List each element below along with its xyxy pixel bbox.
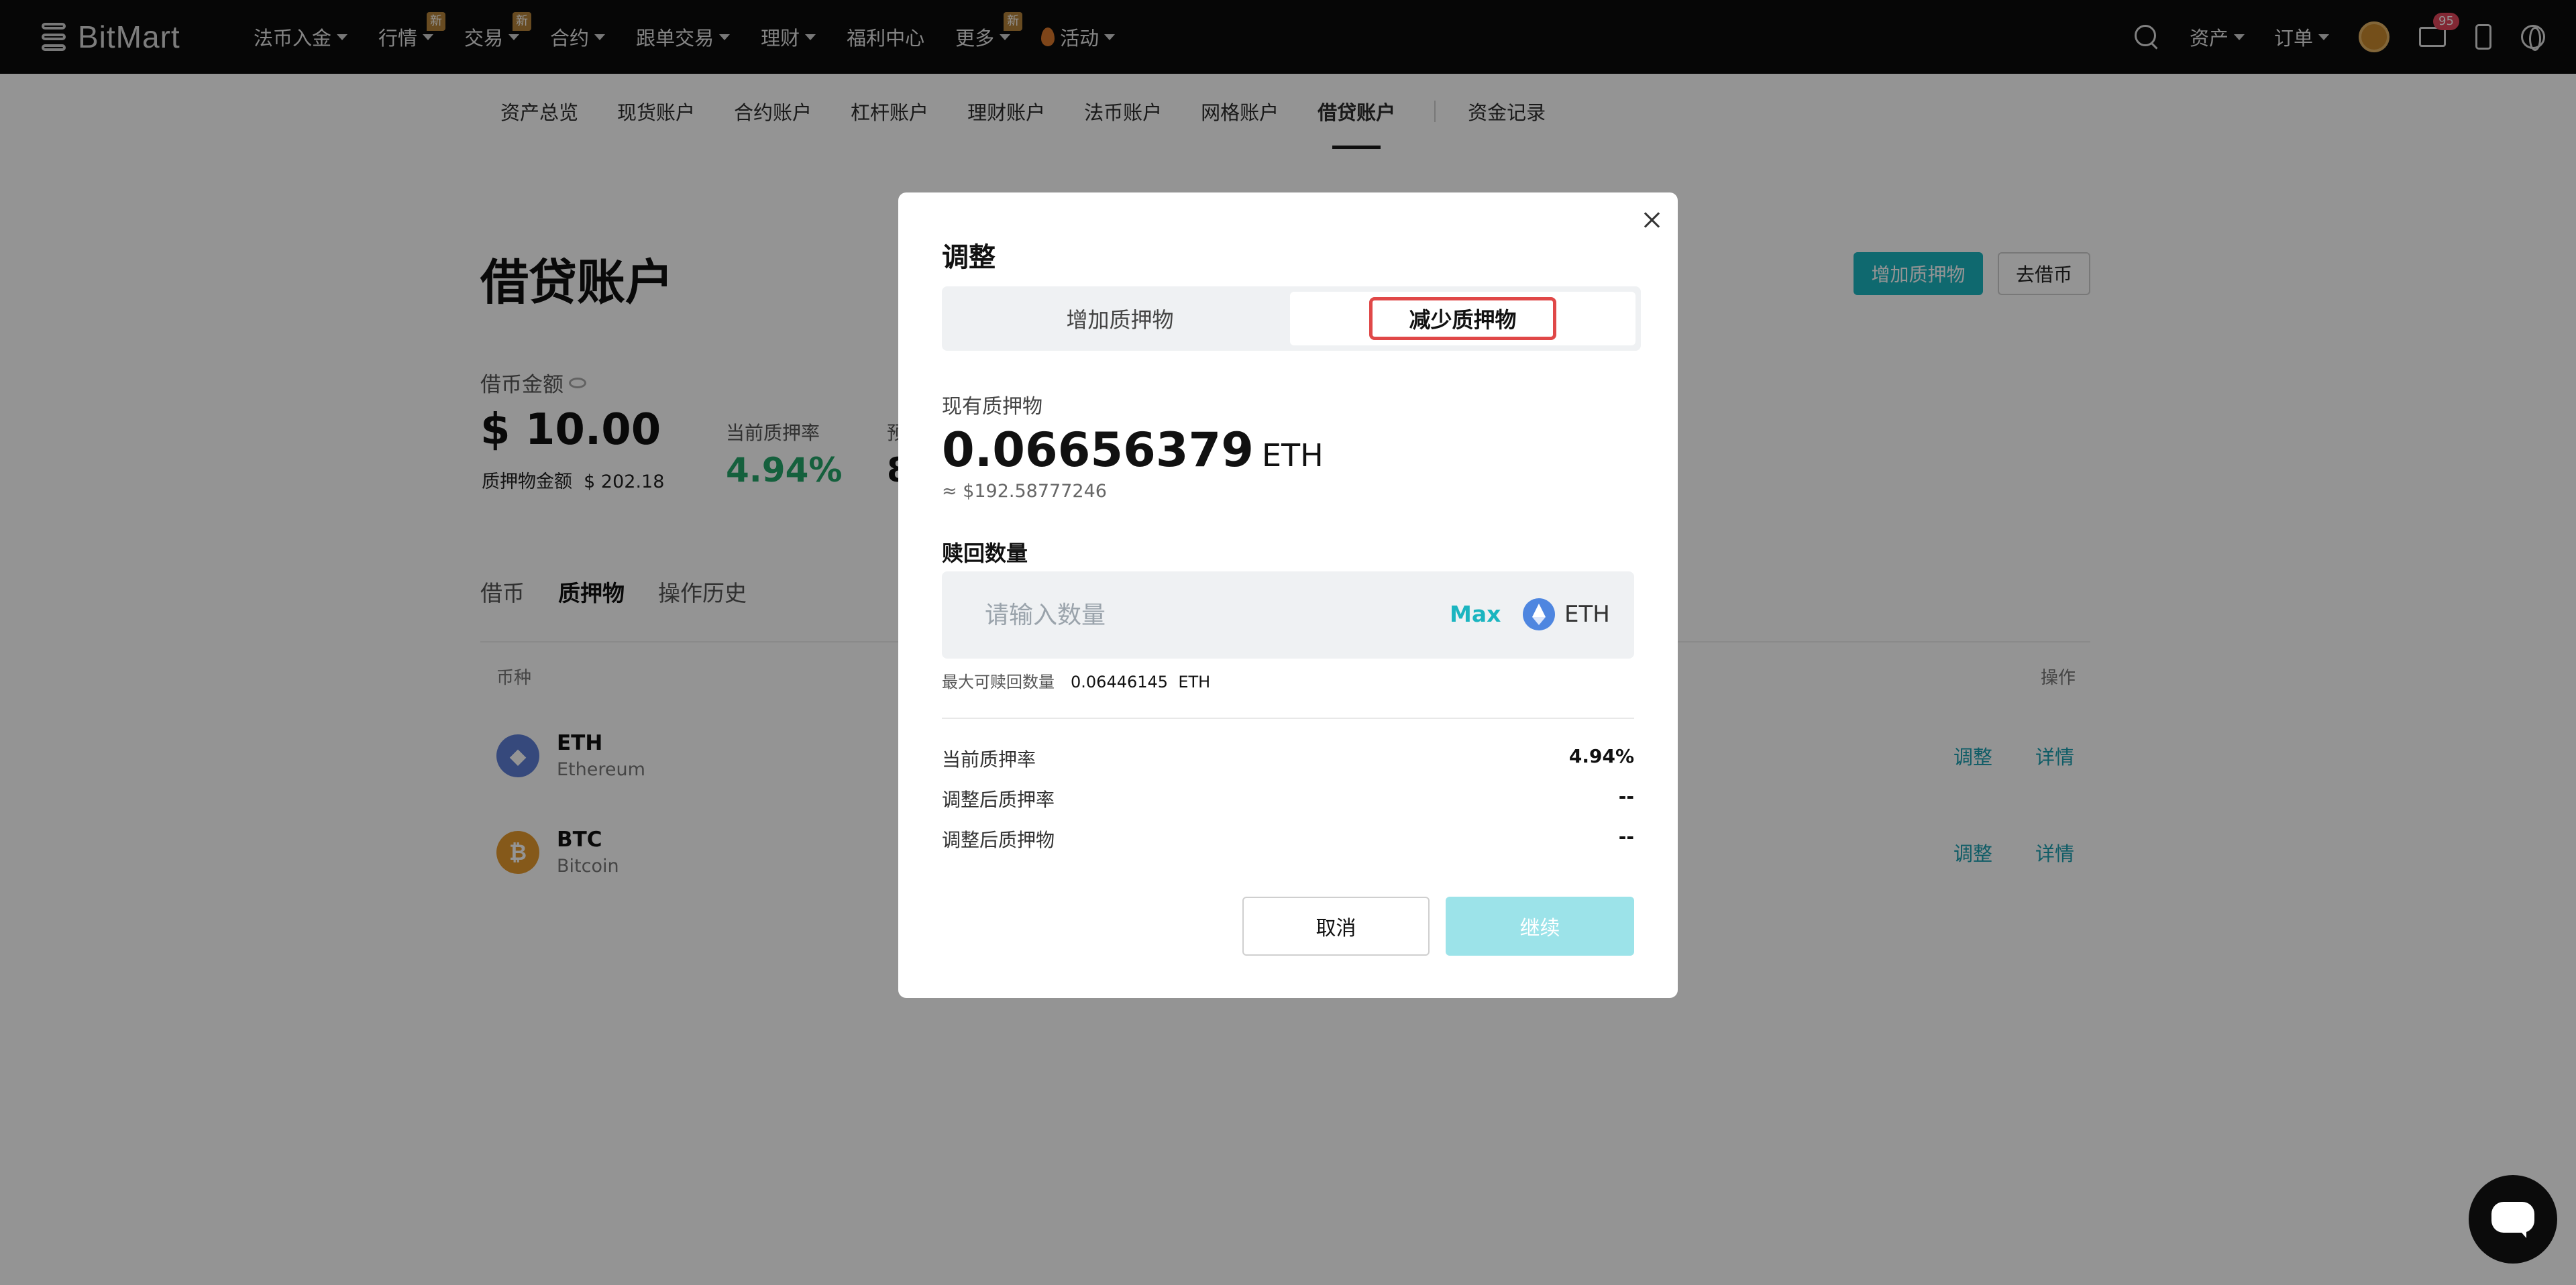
input-unit: ETH (1564, 601, 1610, 628)
current-collateral-amount: 0.06656379 ETH (942, 423, 1324, 478)
info-row-current-rate: 当前质押率 4.94% (942, 745, 1634, 771)
max-redeem-amount: 最大可赎回数量 0.06446145 ETH (942, 673, 1211, 691)
redeem-amount-label: 赎回数量 (942, 541, 1028, 566)
reduce-collateral-label: 减少质押物 (1369, 297, 1556, 340)
tab-reduce-collateral[interactable]: 减少质押物 (1290, 292, 1635, 345)
max-button[interactable]: Max (1450, 601, 1501, 627)
tab-add-collateral[interactable]: 增加质押物 (947, 292, 1293, 345)
info-row-adjusted-rate: 调整后质押率 -- (942, 785, 1634, 811)
divider (942, 718, 1634, 719)
cancel-button[interactable]: 取消 (1242, 897, 1430, 956)
support-chat-button[interactable] (2469, 1175, 2557, 1264)
collateral-mode-toggle: 增加质押物 减少质押物 (942, 286, 1641, 351)
modal-title: 调整 (942, 242, 996, 273)
eth-icon (1523, 598, 1555, 630)
adjust-collateral-modal: 调整 增加质押物 减少质押物 现有质押物 0.06656379 ETH ≈ $19… (898, 192, 1678, 998)
current-collateral-usd: ≈ $192.58777246 (942, 481, 1107, 502)
redeem-amount-input[interactable] (942, 571, 1432, 659)
info-row-adjusted-collateral: 调整后质押物 -- (942, 826, 1634, 851)
close-icon[interactable] (1642, 210, 1662, 230)
current-collateral-label: 现有质押物 (942, 395, 1042, 418)
chat-icon (2491, 1202, 2534, 1238)
continue-button[interactable]: 继续 (1446, 897, 1634, 956)
redeem-amount-field: Max ETH (942, 571, 1634, 659)
